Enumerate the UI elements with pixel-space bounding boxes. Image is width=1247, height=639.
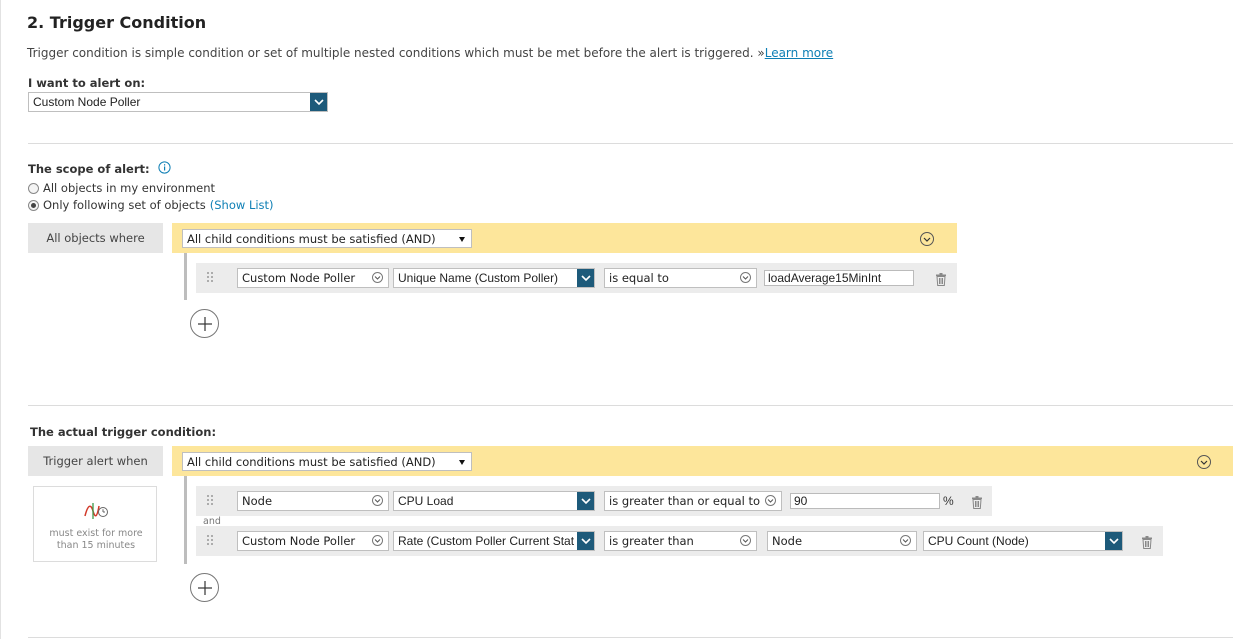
chevron-down-icon: [740, 272, 751, 283]
dropdown-arrow-icon: [459, 237, 465, 242]
scope-operator-select[interactable]: is equal to: [604, 268, 757, 288]
chevron-down-icon: [1105, 532, 1122, 550]
divider: [28, 143, 1233, 144]
condition-2-compare-object-select[interactable]: Node: [767, 531, 917, 551]
collapse-icon[interactable]: [1197, 455, 1211, 469]
scope-object-select[interactable]: Custom Node Poller: [237, 268, 389, 288]
condition-2-compare-object: Node: [772, 534, 803, 548]
condition-2-field: Rate (Custom Poller Current Stat: [398, 534, 575, 548]
section-description: Trigger condition is simple condition or…: [27, 46, 833, 60]
condition-2-operator-select[interactable]: is greater than: [604, 531, 757, 551]
chevron-down-icon: [372, 495, 383, 506]
chevron-down-icon: [577, 269, 594, 287]
condition-1-unit: %: [943, 494, 954, 508]
scope-label: The scope of alert:: [28, 162, 150, 176]
drag-handle-icon[interactable]: [206, 494, 214, 506]
condition-2-operator: is greater than: [609, 534, 694, 548]
alert-on-select[interactable]: Custom Node Poller: [28, 92, 328, 112]
time-condition-box[interactable]: must exist for more than 15 minutes: [33, 486, 157, 562]
scope-label-row: The scope of alert:: [28, 161, 171, 177]
drag-handle-icon[interactable]: [206, 271, 214, 283]
time-condition-note: must exist for more than 15 minutes: [49, 528, 143, 551]
condition-1-operator-select[interactable]: is greater than or equal to: [604, 491, 782, 511]
trigger-tree-line: [184, 476, 187, 564]
trigger-group-operator: All child conditions must be satisfied (…: [187, 454, 436, 469]
radio-button-selected[interactable]: [28, 199, 39, 211]
scope-field-select[interactable]: Unique Name (Custom Poller): [393, 268, 595, 288]
chevron-down-icon: [372, 272, 383, 283]
trigger-group-label: Trigger alert when: [28, 446, 163, 476]
divider: [28, 405, 1233, 406]
left-border: [0, 0, 1, 639]
show-list-link[interactable]: (Show List): [210, 198, 274, 212]
collapse-icon[interactable]: [920, 232, 934, 246]
info-icon[interactable]: [158, 161, 171, 177]
scope-group-operator: All child conditions must be satisfied (…: [187, 231, 436, 246]
scope-option-label: Only following set of objects: [43, 198, 206, 212]
add-condition-button[interactable]: [190, 573, 219, 602]
chevron-down-icon: [310, 93, 327, 111]
condition-1-field-select[interactable]: CPU Load: [393, 491, 595, 511]
add-condition-button[interactable]: [190, 309, 219, 338]
dropdown-arrow-icon: [459, 460, 465, 465]
trash-icon[interactable]: [935, 271, 947, 290]
condition-2-field-select[interactable]: Rate (Custom Poller Current Stat: [393, 531, 595, 551]
chevron-down-icon: [577, 492, 594, 510]
condition-2-object-select[interactable]: Custom Node Poller: [237, 531, 389, 551]
scope-field-value: Unique Name (Custom Poller): [398, 271, 559, 285]
chevron-down-icon: [372, 535, 383, 546]
condition-1-object: Node: [242, 494, 273, 508]
scope-group-operator-select[interactable]: All child conditions must be satisfied (…: [182, 229, 472, 248]
learn-more-link[interactable]: Learn more: [765, 46, 833, 60]
chevron-down-icon: [577, 532, 594, 550]
divider: [28, 637, 1233, 638]
trigger-label: The actual trigger condition:: [30, 425, 217, 439]
scope-option-following[interactable]: Only following set of objects (Show List…: [28, 198, 274, 212]
trash-icon[interactable]: [1141, 534, 1153, 553]
scope-tree-line: [184, 253, 187, 300]
add-icon: [197, 316, 212, 331]
time-condition-icon: [84, 502, 110, 524]
condition-1-field: CPU Load: [398, 494, 454, 508]
condition-1-object-select[interactable]: Node: [237, 491, 389, 511]
chevron-down-icon: [740, 535, 751, 546]
add-icon: [197, 580, 212, 595]
condition-2-compare-field: CPU Count (Node): [928, 534, 1029, 548]
condition-1-operator: is greater than or equal to: [609, 494, 761, 508]
alert-on-label: I want to alert on:: [28, 76, 146, 90]
scope-group-label: All objects where: [28, 223, 163, 253]
chevron-down-icon: [900, 535, 911, 546]
scope-value-input[interactable]: loadAverage15MinInt: [764, 270, 914, 286]
condition-1-value-input[interactable]: 90: [790, 493, 940, 509]
condition-2-compare-field-select[interactable]: CPU Count (Node): [923, 531, 1123, 551]
scope-object-value: Custom Node Poller: [242, 271, 356, 285]
trigger-group-operator-select[interactable]: All child conditions must be satisfied (…: [182, 452, 472, 471]
scope-option-all[interactable]: All objects in my environment: [28, 181, 215, 195]
alert-on-value: Custom Node Poller: [33, 95, 141, 109]
description-text: Trigger condition is simple condition or…: [27, 46, 765, 60]
trash-icon[interactable]: [971, 494, 983, 513]
scope-option-label: All objects in my environment: [43, 181, 216, 195]
chevron-down-icon: [765, 495, 776, 506]
section-title: 2. Trigger Condition: [27, 13, 207, 32]
drag-handle-icon[interactable]: [206, 534, 214, 546]
scope-operator-value: is equal to: [609, 271, 669, 285]
condition-2-object: Custom Node Poller: [242, 534, 356, 548]
radio-button[interactable]: [28, 182, 39, 194]
